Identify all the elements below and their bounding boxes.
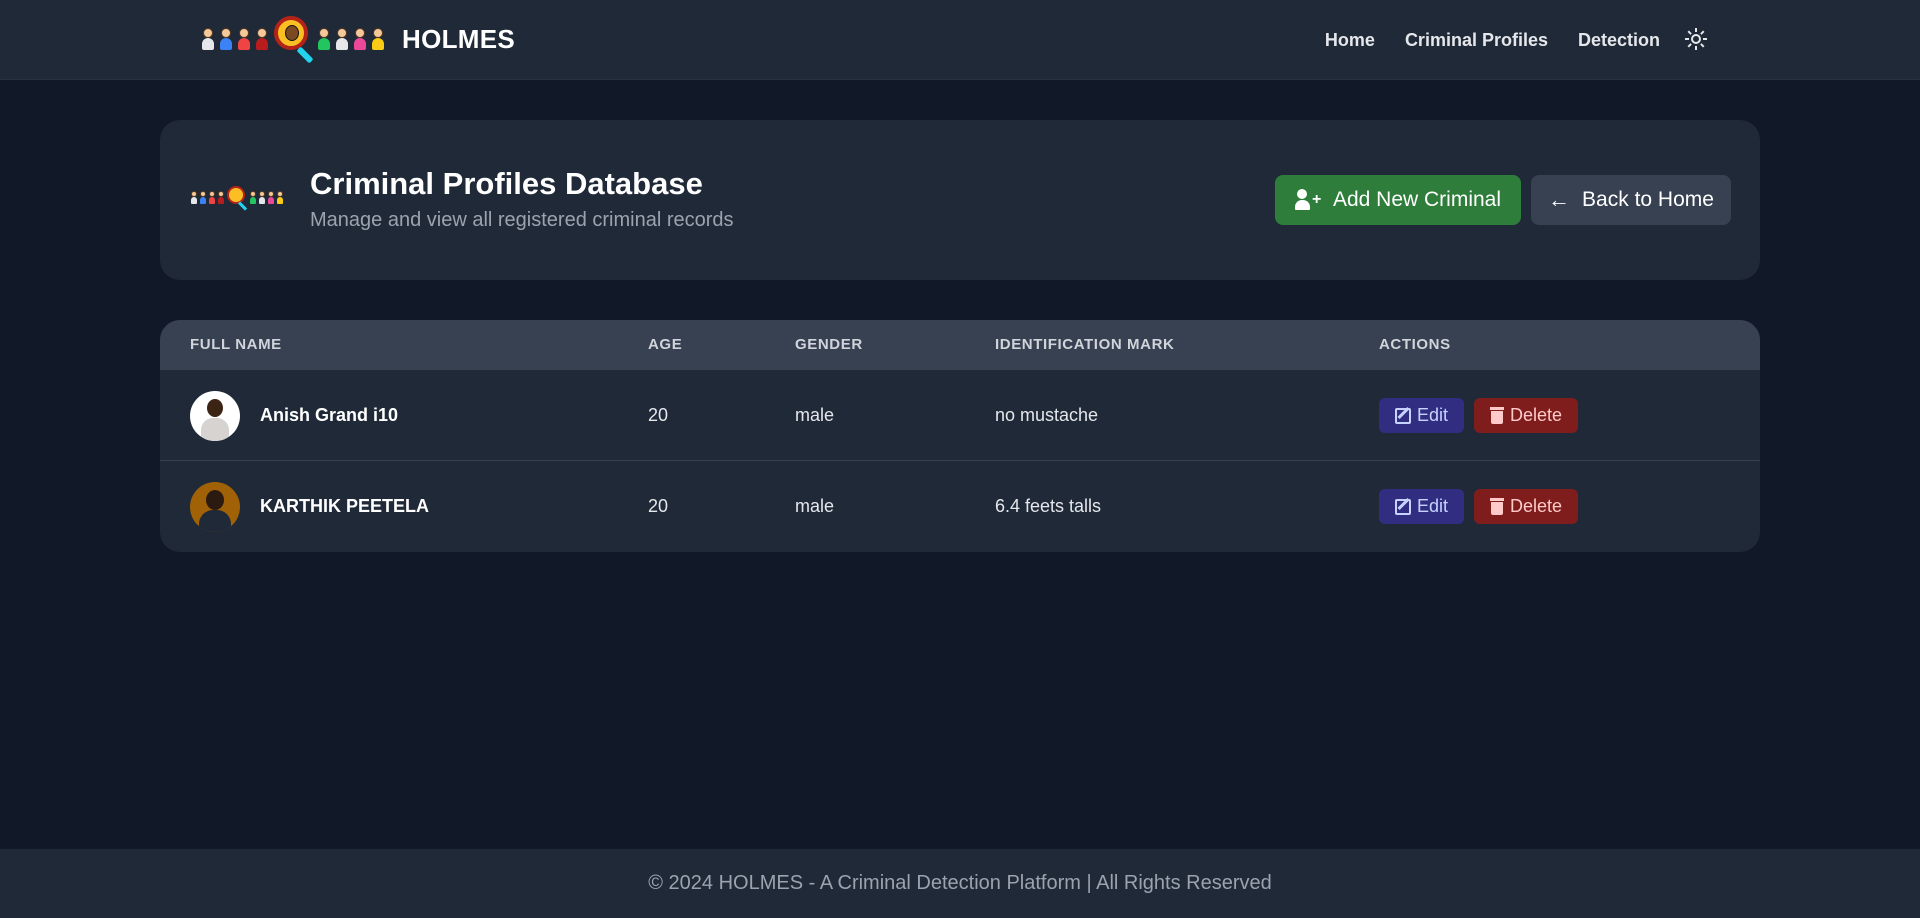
page-title: Criminal Profiles Database	[310, 166, 703, 201]
column-header-age: AGE	[648, 336, 683, 353]
criminal-name: KARTHIK PEETELA	[260, 496, 430, 516]
delete-button[interactable]: Delete	[1474, 398, 1578, 433]
column-header-gender: GENDER	[795, 336, 863, 353]
edit-label: Edit	[1416, 496, 1449, 516]
user-plus-icon: +	[1294, 189, 1321, 211]
arrow-left-icon: ←	[1548, 187, 1571, 212]
table-row: Anish Grand i10 20 male no mustache Edit…	[160, 370, 1760, 461]
theme-toggle-button[interactable]	[1685, 28, 1707, 50]
page-header-card: Criminal Profiles Database Manage and vi…	[160, 120, 1760, 280]
trash-icon	[1489, 407, 1504, 424]
edit-button[interactable]: Edit	[1379, 489, 1464, 524]
back-to-home-label: Back to Home	[1582, 188, 1714, 211]
delete-button[interactable]: Delete	[1474, 489, 1578, 524]
nav-link-criminal-profiles[interactable]: Criminal Profiles	[1405, 30, 1548, 51]
age-cell: 20	[648, 405, 669, 425]
column-header-full-name: FULL NAME	[190, 336, 282, 353]
holmes-logo-icon	[200, 14, 386, 64]
age-cell: 20	[648, 496, 669, 516]
brand-name: HOLMES	[402, 23, 516, 54]
full-name-cell: Anish Grand i10	[190, 370, 398, 461]
table-row: KARTHIK PEETELA 20 male 6.4 feets talls …	[160, 461, 1760, 552]
identification-mark-cell: 6.4 feets talls	[995, 496, 1102, 516]
delete-label: Delete	[1509, 405, 1563, 425]
footer-copyright: © 2024 HOLMES - A Criminal Detection Pla…	[648, 872, 1272, 894]
edit-button[interactable]: Edit	[1379, 398, 1464, 433]
brand[interactable]: HOLMES	[200, 14, 515, 64]
criminal-name: Anish Grand i10	[260, 405, 399, 425]
column-header-identification-mark: IDENTIFICATION MARK	[995, 336, 1175, 353]
add-new-criminal-label: Add New Criminal	[1332, 188, 1502, 211]
table-header: FULL NAME AGE GENDER IDENTIFICATION MARK…	[160, 320, 1760, 370]
nav-link-home[interactable]: Home	[1325, 30, 1375, 51]
avatar	[190, 481, 240, 532]
trash-icon	[1489, 498, 1504, 515]
identification-mark-cell: no mustache	[995, 405, 1099, 425]
add-new-criminal-button[interactable]: + Add New Criminal	[1275, 175, 1521, 225]
column-header-actions: ACTIONS	[1379, 336, 1451, 353]
nav-link-detection[interactable]: Detection	[1578, 30, 1660, 51]
page-subtitle: Manage and view all registered criminal …	[310, 209, 734, 231]
back-to-home-button[interactable]: ← Back to Home	[1531, 175, 1731, 225]
gender-cell: male	[795, 496, 835, 516]
avatar	[190, 390, 240, 441]
criminal-profiles-table: FULL NAME AGE GENDER IDENTIFICATION MARK…	[160, 320, 1760, 552]
nav-links: Home Criminal Profiles Detection	[1325, 0, 1660, 80]
edit-icon	[1394, 407, 1411, 424]
holmes-logo-icon	[190, 185, 284, 211]
edit-icon	[1394, 498, 1411, 515]
edit-label: Edit	[1416, 405, 1449, 425]
navbar: HOLMES Home Criminal Profiles Detection	[0, 0, 1920, 80]
delete-label: Delete	[1509, 496, 1563, 516]
full-name-cell: KARTHIK PEETELA	[190, 461, 429, 552]
sun-icon	[1685, 28, 1707, 50]
footer: © 2024 HOLMES - A Criminal Detection Pla…	[0, 849, 1920, 918]
gender-cell: male	[795, 405, 835, 425]
